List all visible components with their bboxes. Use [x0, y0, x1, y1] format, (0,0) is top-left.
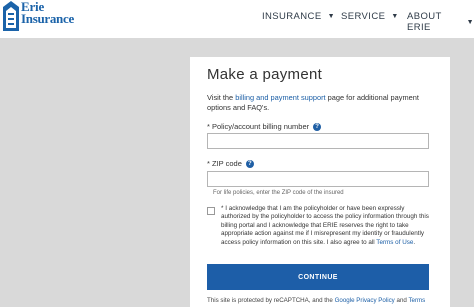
- logo-line-2: Insurance: [21, 11, 74, 27]
- nav-insurance[interactable]: INSURANCE ▼: [262, 11, 335, 22]
- zip-code-input[interactable]: [207, 171, 429, 187]
- help-icon[interactable]: ?: [313, 122, 322, 131]
- policy-number-label: * Policy/account billing number ?: [207, 122, 322, 131]
- zip-code-hint: For life policies, enter the ZIP code of…: [213, 190, 344, 196]
- chevron-down-icon: ▼: [466, 18, 474, 26]
- policy-number-input[interactable]: [207, 133, 429, 149]
- captcha-pre: This site is protected by reCAPTCHA, and…: [207, 297, 335, 304]
- continue-button[interactable]: CONTINUE: [207, 264, 429, 290]
- acknowledge-text: * I acknowledge that I am the policyhold…: [221, 205, 431, 247]
- nav-about-erie-label: ABOUT ERIE: [407, 11, 442, 33]
- erie-insurance-logo[interactable]: Erie Insurance: [3, 0, 74, 31]
- nav-service[interactable]: SERVICE ▼: [341, 11, 399, 22]
- zip-code-label: * ZIP code ?: [207, 159, 254, 168]
- nav-about-erie[interactable]: ABOUT ERIE ▼: [407, 11, 474, 33]
- intro-text: Visit the billing and payment support pa…: [207, 93, 437, 113]
- erie-logo-icon: [3, 1, 19, 31]
- acknowledge-end: .: [413, 238, 416, 246]
- google-privacy-policy-link[interactable]: Google Privacy Policy: [335, 297, 395, 304]
- chevron-down-icon: ▼: [391, 13, 399, 20]
- payment-form-card: Make a payment Visit the billing and pay…: [190, 57, 450, 307]
- acknowledge-checkbox[interactable]: [207, 207, 215, 215]
- site-header: Erie Insurance INSURANCE ▼ SERVICE ▼ ABO…: [0, 0, 474, 38]
- policy-number-label-text: * Policy/account billing number: [207, 122, 310, 131]
- logo-wordmark: Erie Insurance: [21, 0, 74, 27]
- google-terms-link[interactable]: Terms: [408, 297, 425, 304]
- chevron-down-icon: ▼: [327, 13, 335, 20]
- zip-code-label-text: * ZIP code: [207, 159, 242, 168]
- nav-insurance-label: INSURANCE: [262, 11, 322, 22]
- terms-of-use-link[interactable]: Terms of Use: [376, 239, 413, 246]
- captcha-mid: and: [394, 297, 409, 304]
- nav-service-label: SERVICE: [341, 11, 386, 22]
- billing-support-link[interactable]: billing and payment support: [235, 93, 325, 102]
- recaptcha-notice: This site is protected by reCAPTCHA, and…: [207, 297, 447, 304]
- page-title: Make a payment: [207, 66, 323, 83]
- intro-pre: Visit the: [207, 93, 236, 102]
- help-icon[interactable]: ?: [245, 159, 254, 168]
